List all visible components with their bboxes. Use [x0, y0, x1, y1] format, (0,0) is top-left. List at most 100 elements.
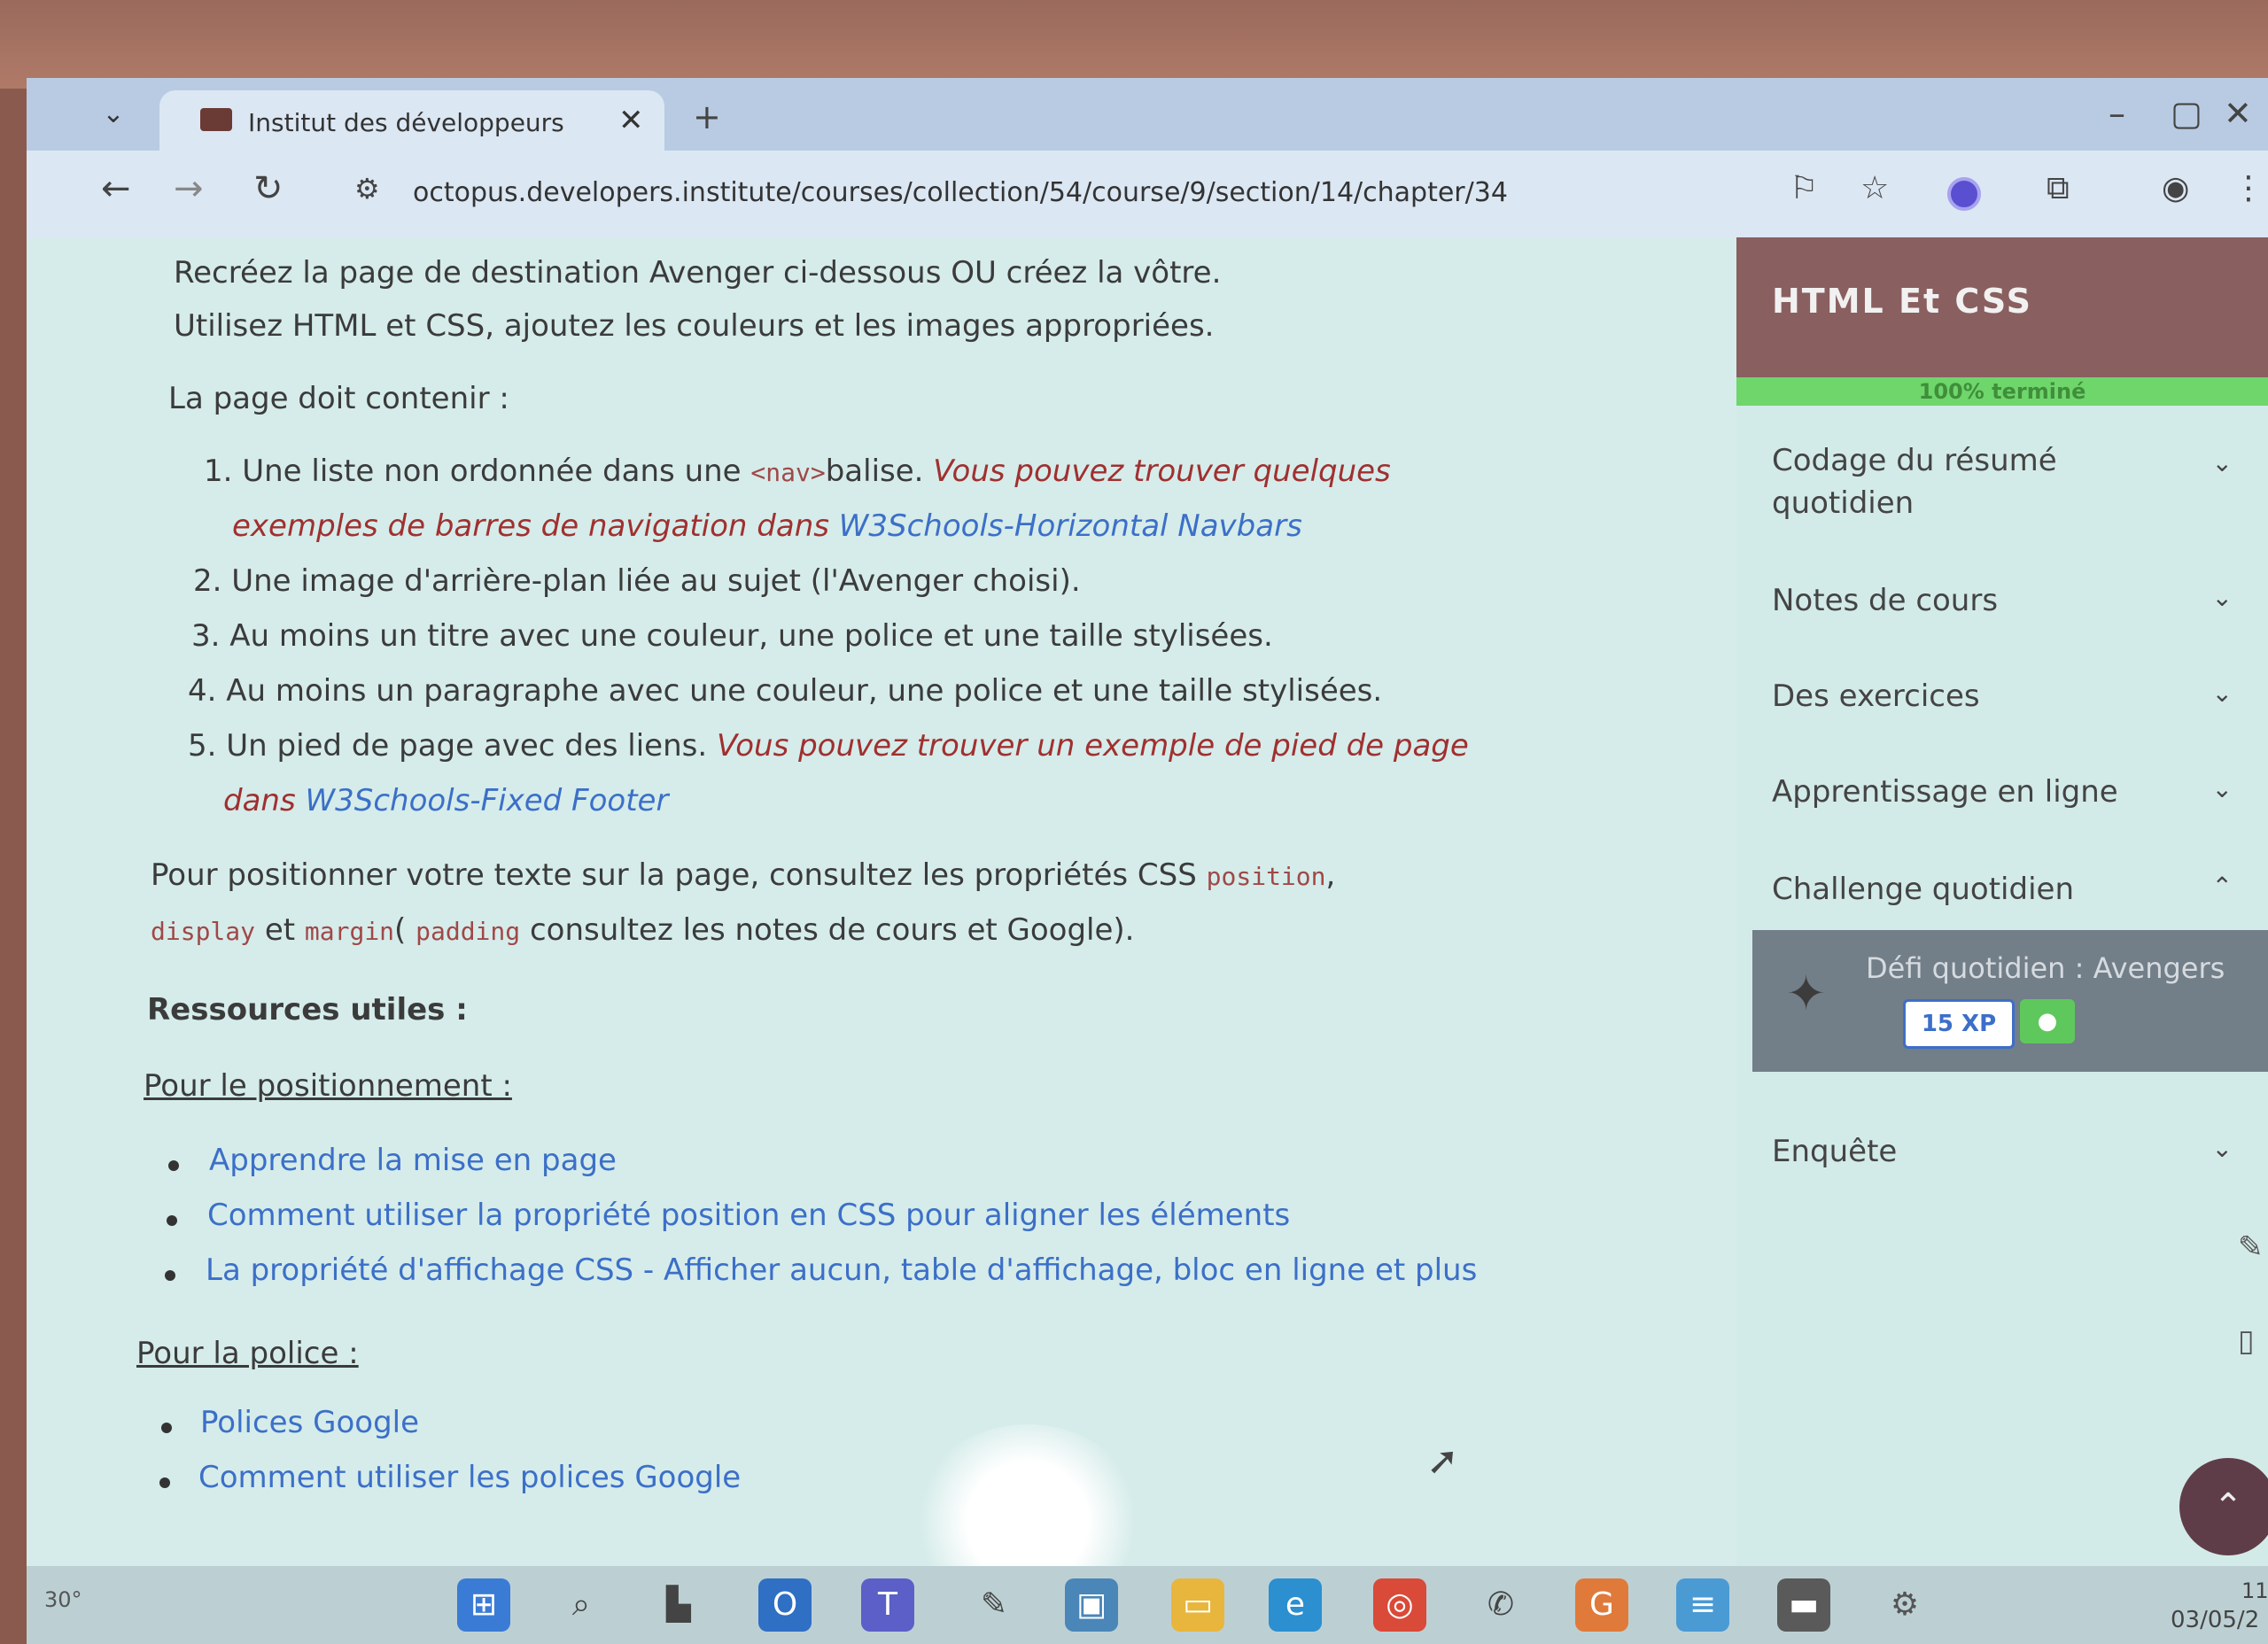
search-icon[interactable]: ⌕ [555, 1578, 608, 1632]
requirement-1: 1. Une liste non ordonnée dans une <nav>… [204, 454, 1391, 489]
sidebar-item-label: Codage du résumé [1772, 443, 2057, 478]
book-tool-icon[interactable]: ▯ [2238, 1323, 2255, 1359]
requirement-5: 5. Un pied de page avec des liens. Vous … [188, 728, 1469, 764]
taskbar: 30° ⊞ ⌕ ▙ O T ✎ ▣ ▭ e ◎ ✆ G ≡ ▬ ⚙ 11 03/… [27, 1566, 2268, 1644]
teams-icon[interactable]: T [861, 1578, 914, 1632]
positioning-paren: ( [394, 912, 416, 948]
course-title: HTML Et CSS [1772, 282, 2032, 321]
weather-widget[interactable]: 30° [44, 1587, 82, 1612]
forward-icon[interactable]: → [174, 168, 204, 209]
font-heading: Pour la police : [136, 1336, 359, 1371]
bullet [161, 1423, 172, 1433]
sidebar-item-label: Des exercices [1772, 679, 1980, 714]
screen: ⌄ Institut des développeurs ✕ + – ▢ ✕ ← … [27, 78, 2268, 1644]
w3schools-navbars-link[interactable]: W3Schools-Horizontal Navbars [839, 508, 1302, 544]
requirement-1-hint: Vous pouvez trouver quelques [933, 454, 1391, 489]
extension-icon[interactable] [1947, 177, 1981, 211]
bookmark-star-icon[interactable]: ☆ [1860, 170, 1889, 206]
minimize-icon[interactable]: – [2109, 94, 2125, 133]
completed-check-icon: ● [2020, 999, 2075, 1043]
padding-code: padding [416, 917, 521, 946]
sidebar-item-label: Challenge quotidien [1772, 872, 2074, 907]
back-icon[interactable]: ← [101, 168, 131, 209]
bullet [168, 1160, 179, 1171]
position-code: position [1206, 862, 1326, 891]
course-sidebar: HTML Et CSS 100% terminé Codage du résum… [1736, 237, 2268, 1566]
clock-date[interactable]: 03/05/2 [2171, 1607, 2259, 1633]
reload-icon[interactable]: ↻ [253, 168, 284, 209]
task-view-icon[interactable]: ▙ [652, 1578, 705, 1632]
tab-close-icon[interactable]: ✕ [618, 103, 644, 138]
file-explorer-icon[interactable]: ▭ [1171, 1578, 1224, 1632]
chevron-down-icon: ⌄ [2211, 1134, 2233, 1163]
resources-heading: Ressources utiles : [147, 992, 468, 1028]
edge-icon[interactable]: e [1269, 1578, 1322, 1632]
new-tab-icon[interactable]: + [693, 97, 721, 136]
requirement-2: 2. Une image d'arrière-plan liée au suje… [193, 563, 1081, 599]
w3schools-footer-link[interactable]: W3Schools-Fixed Footer [306, 783, 669, 818]
course-header: HTML Et CSS [1736, 237, 2268, 377]
chevron-down-icon: ⌄ [2211, 679, 2233, 708]
app-g-icon[interactable]: G [1575, 1578, 1628, 1632]
profile-avatar-icon[interactable]: ◉ [2162, 170, 2189, 206]
positioning-tail: consultez les notes de cours et Google). [520, 912, 1135, 948]
tab-search-chevron-icon[interactable]: ⌄ [96, 99, 131, 129]
notes-tool-icon[interactable]: ✎ [2238, 1229, 2264, 1265]
margin-code: margin [304, 917, 395, 946]
chapter-content: Recréez la page de destination Avenger c… [27, 237, 1736, 1566]
scroll-up-button[interactable]: ⌃ [2179, 1458, 2268, 1555]
outlook-icon[interactable]: O [758, 1578, 812, 1632]
menu-kebab-icon[interactable]: ⋮ [2233, 170, 2264, 206]
tab-title: Institut des développeurs [248, 108, 564, 137]
chevron-up-icon: ⌃ [2211, 872, 2233, 901]
translate-icon[interactable]: ⚐ [1790, 170, 1818, 206]
requirement-5-line-2: dans W3Schools-Fixed Footer [223, 783, 668, 818]
mouse-cursor-icon: ➚ [1426, 1438, 1459, 1484]
site-settings-icon[interactable]: ⚙ [354, 172, 380, 206]
screen-app-icon[interactable]: ▬ [1777, 1578, 1830, 1632]
requirement-5-hint: Vous pouvez trouver un exemple de pied d… [716, 728, 1469, 764]
clock-time[interactable]: 11 [2241, 1578, 2268, 1603]
requirement-1-text: 1. Une liste non ordonnée dans une [204, 454, 751, 489]
chevron-down-icon: ⌄ [2211, 774, 2233, 803]
chrome-icon[interactable]: ◎ [1373, 1578, 1426, 1632]
requirement-1-text-b: balise. [825, 454, 934, 489]
bullet [165, 1270, 175, 1281]
requirement-3: 3. Au moins un titre avec une couleur, u… [191, 618, 1273, 654]
daily-challenge-card[interactable]: ✦ Défi quotidien : Avengers 15 XP ● [1752, 930, 2268, 1072]
resource-link[interactable]: Apprendre la mise en page [209, 1143, 617, 1178]
photos-icon[interactable]: ▣ [1065, 1578, 1118, 1632]
positioning-text: Pour positionner votre texte sur la page… [151, 857, 1207, 893]
requirement-1-hint-2: exemples de barres de navigation dans [232, 508, 839, 544]
extensions-puzzle-icon[interactable]: ⧉ [2047, 170, 2070, 207]
whatsapp-icon[interactable]: ✆ [1474, 1578, 1527, 1632]
url-field[interactable]: octopus.developers.institute/courses/col… [413, 177, 1508, 208]
resource-link[interactable]: La propriété d'affichage CSS - Afficher … [206, 1252, 1477, 1288]
avenger-icon: ✦ [1786, 965, 1827, 1021]
notepad-icon[interactable]: ≡ [1676, 1578, 1729, 1632]
sidebar-item-label: Notes de cours [1772, 583, 1999, 618]
resource-link[interactable]: Polices Google [200, 1405, 419, 1440]
progress-label: 100% terminé [1918, 379, 2086, 404]
positioning-paragraph-line-2: display et margin( padding consultez les… [151, 912, 1135, 948]
xp-badge: 15 XP [1903, 999, 2015, 1049]
restore-icon[interactable]: ▢ [2171, 94, 2202, 133]
favicon-icon [200, 108, 232, 131]
nav-tag-code: <nav> [750, 458, 826, 487]
positioning-et: et [255, 912, 305, 948]
pen-icon[interactable]: ✎ [967, 1578, 1021, 1632]
chevron-down-icon: ⌄ [2211, 583, 2233, 612]
requirement-5-hint-2: dans [223, 783, 306, 818]
active-tab[interactable]: Institut des développeurs ✕ [159, 90, 664, 151]
resource-link[interactable]: Comment utiliser les polices Google [198, 1460, 741, 1495]
close-window-icon[interactable]: ✕ [2224, 94, 2252, 133]
bullet [159, 1477, 170, 1488]
positioning-paragraph: Pour positionner votre texte sur la page… [151, 857, 1335, 893]
resource-link[interactable]: Comment utiliser la propriété position e… [207, 1198, 1290, 1233]
address-bar: ← → ↻ ⚙ octopus.developers.institute/cou… [27, 151, 2268, 237]
settings-gear-icon[interactable]: ⚙ [1878, 1578, 1931, 1632]
requirement-4: 4. Au moins un paragraphe avec une coule… [188, 673, 1383, 709]
positioning-heading: Pour le positionnement : [144, 1068, 512, 1104]
start-icon[interactable]: ⊞ [457, 1578, 510, 1632]
tab-bar: ⌄ Institut des développeurs ✕ + – ▢ ✕ [27, 78, 2268, 151]
